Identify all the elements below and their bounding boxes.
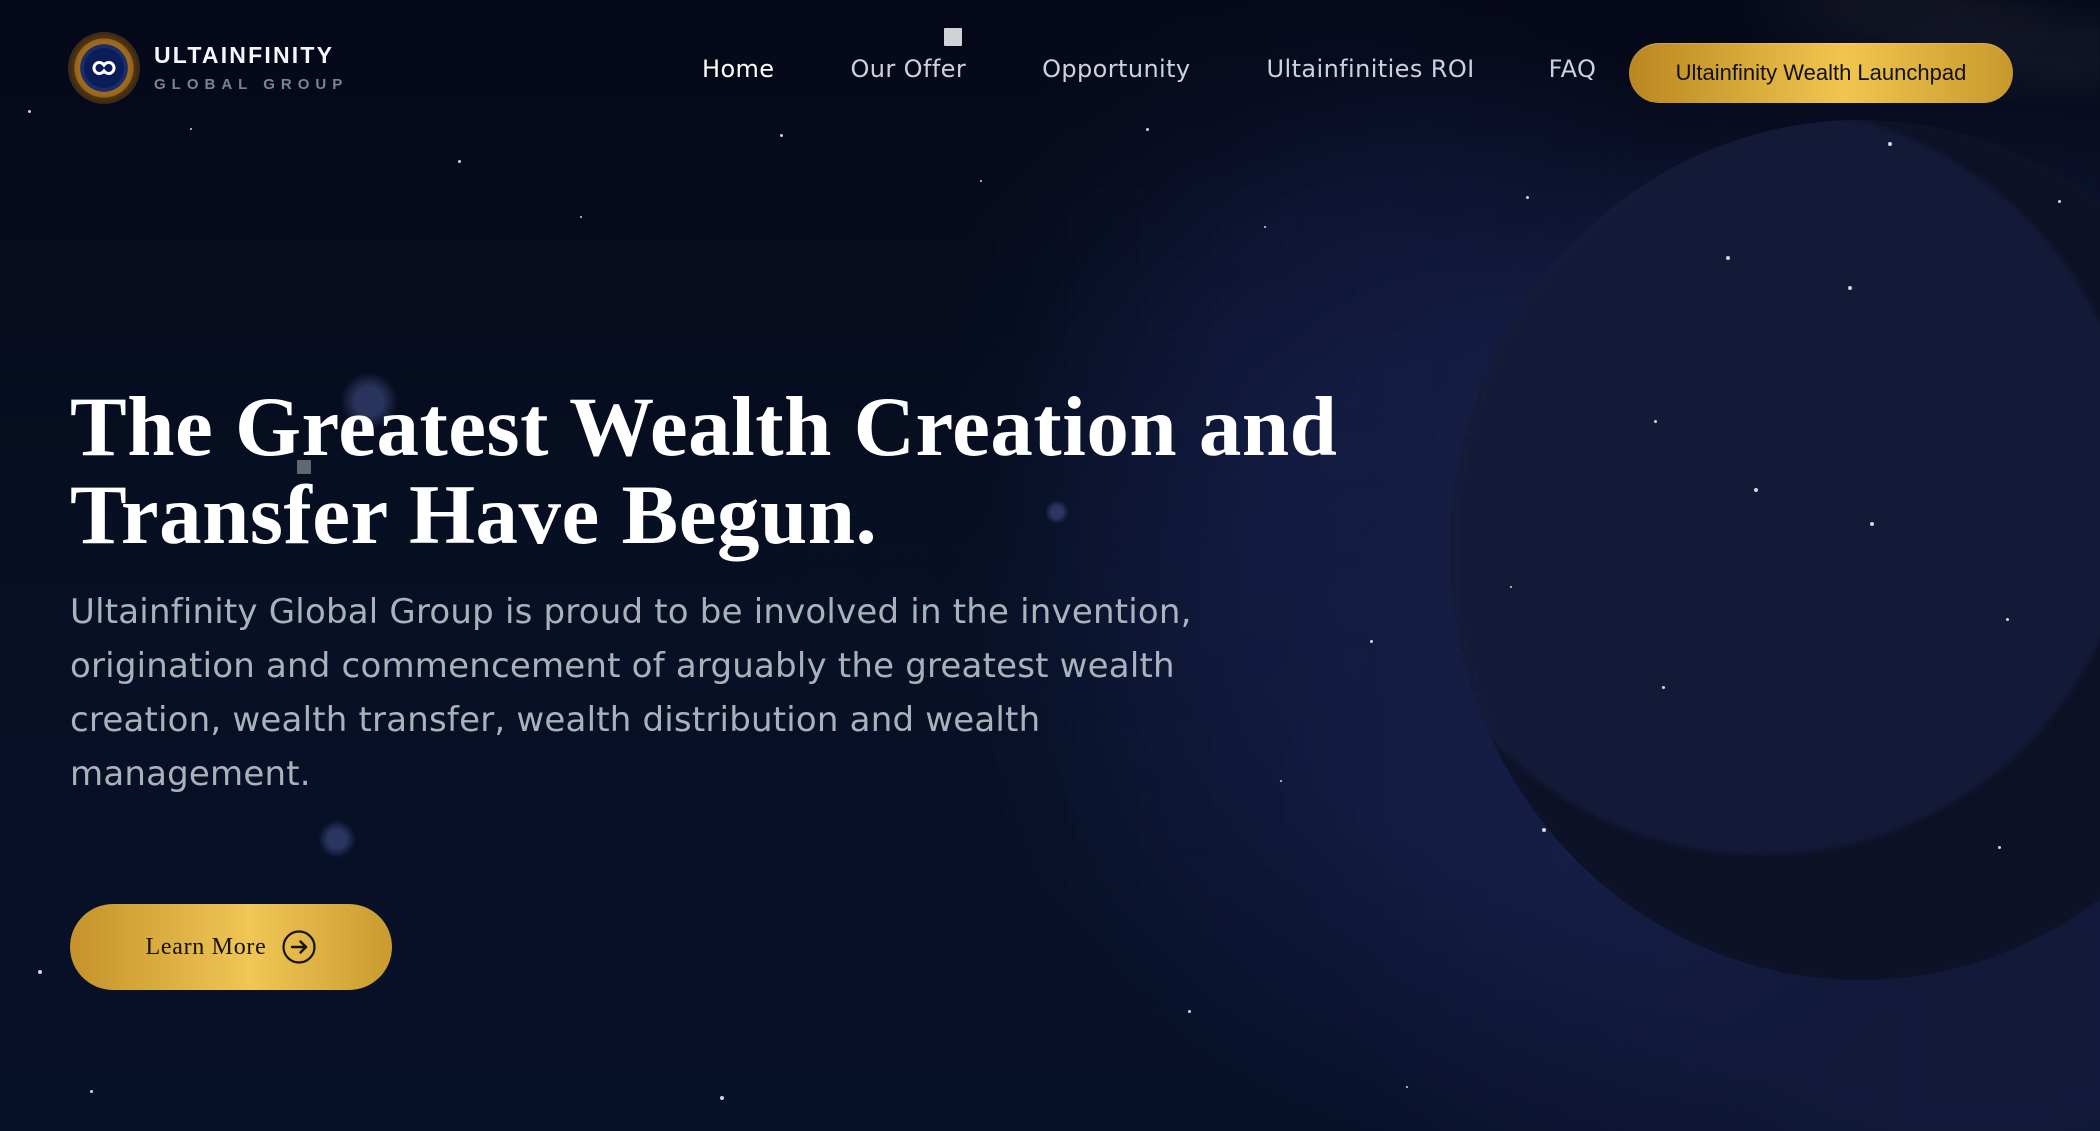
star-15: [1754, 488, 1758, 492]
star-21: [720, 1096, 724, 1100]
star-24: [2006, 618, 2009, 621]
star-12: [1848, 286, 1852, 290]
logo-text: ULTAINFINITY GLOBAL GROUP: [154, 42, 349, 93]
hero-title-line-1: The Greatest Wealth Creation and: [70, 380, 1338, 474]
star-10: [1726, 256, 1730, 260]
star-6: [980, 180, 982, 182]
nav-our-offer[interactable]: Our Offer: [850, 57, 966, 81]
logo-title: ULTAINFINITY: [154, 42, 335, 68]
learn-more-label: Learn More: [145, 933, 267, 960]
star-13: [2058, 200, 2061, 203]
infinity-icon: [70, 34, 138, 102]
star-25: [1406, 1086, 1408, 1088]
planet-right: [1450, 120, 2100, 980]
star-20: [1188, 1010, 1191, 1013]
hero-title: The Greatest Wealth Creation and Transfe…: [70, 383, 1510, 559]
star-17: [1662, 686, 1665, 689]
star-19: [1998, 846, 2001, 849]
star-16: [1870, 522, 1874, 526]
brand-logo[interactable]: ULTAINFINITY GLOBAL GROUP: [70, 34, 348, 102]
star-9: [1526, 196, 1529, 199]
hero-description: Ultainfinity Global Group is proud to be…: [70, 592, 1192, 794]
nav-ultainfinities-roi[interactable]: Ultainfinities ROI: [1267, 57, 1475, 81]
logo-subtitle: GLOBAL GROUP: [154, 76, 349, 93]
site-header: ULTAINFINITY GLOBAL GROUP Home Our Offer…: [0, 0, 2100, 145]
glow-orb-2: [318, 820, 356, 858]
hero-section: The Greatest Wealth Creation and Transfe…: [70, 383, 1510, 801]
star-14: [1654, 420, 1657, 423]
star-8: [1264, 226, 1266, 228]
star-23: [38, 970, 42, 974]
wealth-launchpad-button[interactable]: Ultainfinity Wealth Launchpad: [1629, 43, 2013, 103]
main-navigation: Home Our Offer Opportunity Ultainfinitie…: [702, 57, 1596, 81]
star-4: [580, 216, 582, 218]
star-18: [1542, 828, 1546, 832]
nav-faq[interactable]: FAQ: [1549, 57, 1597, 81]
star-28: [1510, 586, 1512, 588]
nav-opportunity[interactable]: Opportunity: [1042, 57, 1190, 81]
star-22: [90, 1090, 93, 1093]
star-3: [458, 160, 461, 163]
hero-title-line-2: Transfer Have Begun.: [70, 468, 878, 562]
planet-dots: [1430, 40, 2100, 960]
arrow-right-circle-icon: [282, 930, 317, 964]
nav-home[interactable]: Home: [702, 57, 774, 81]
landing-page: ULTAINFINITY GLOBAL GROUP Home Our Offer…: [0, 0, 2100, 1131]
learn-more-button[interactable]: Learn More: [70, 904, 392, 990]
